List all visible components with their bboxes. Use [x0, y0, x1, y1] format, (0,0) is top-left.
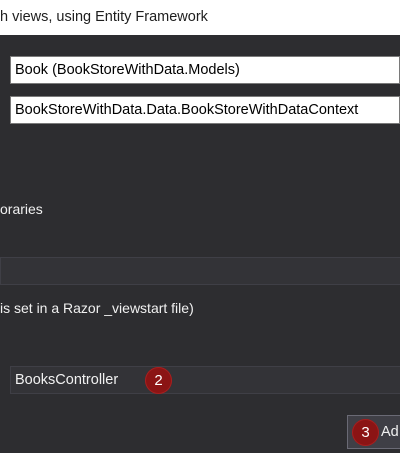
layout-hint-label: is set in a Razor _viewstart file): [0, 300, 194, 316]
controller-name-value: BooksController: [15, 372, 119, 388]
step-2-badge: 2: [145, 367, 172, 394]
add-button[interactable]: 3 Ad: [347, 415, 400, 449]
controller-name-input[interactable]: BooksController: [10, 366, 400, 394]
window-title-bar: h views, using Entity Framework: [0, 0, 400, 35]
step-3-badge: 3: [352, 419, 379, 446]
layout-page-input[interactable]: [0, 257, 400, 285]
reference-script-libraries-label[interactable]: oraries: [0, 201, 43, 217]
model-class-value: Book (BookStoreWithData.Models): [15, 62, 240, 78]
data-context-class-value: BookStoreWithData.Data.BookStoreWithData…: [15, 102, 359, 118]
add-button-label: Ad: [381, 424, 399, 440]
data-context-class-dropdown[interactable]: BookStoreWithData.Data.BookStoreWithData…: [10, 96, 400, 124]
model-class-dropdown[interactable]: Book (BookStoreWithData.Models): [10, 56, 400, 84]
window-title: h views, using Entity Framework: [0, 9, 208, 25]
